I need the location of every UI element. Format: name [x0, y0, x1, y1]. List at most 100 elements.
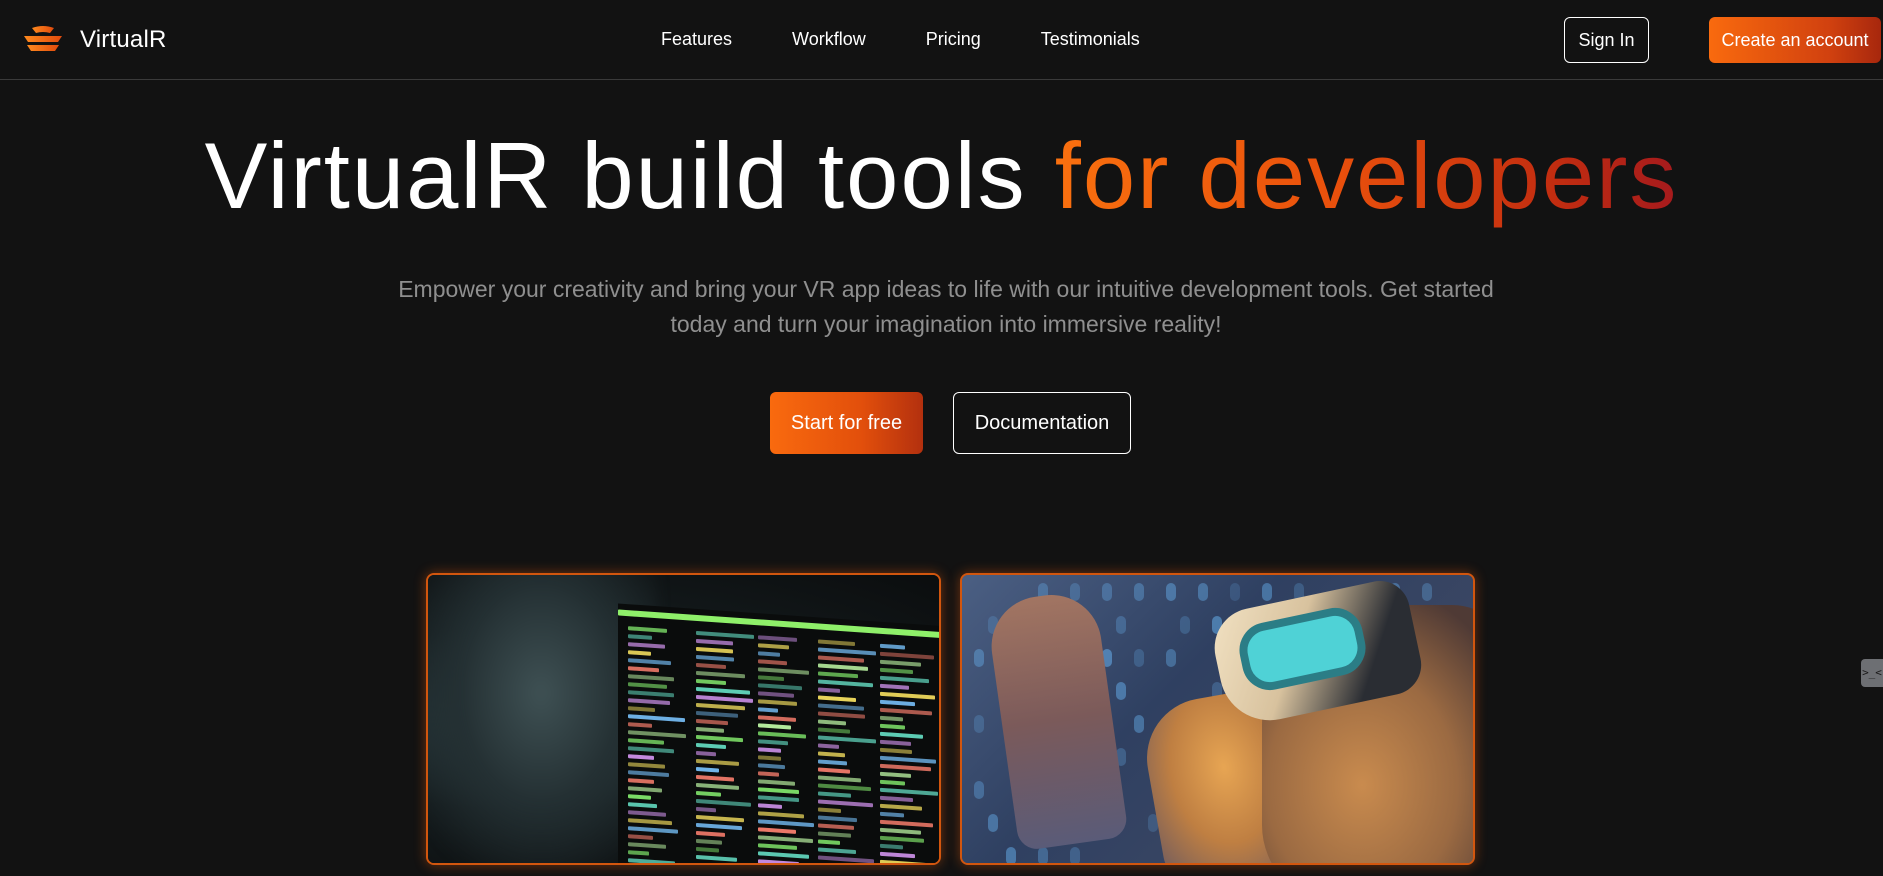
terminal-text-line	[628, 834, 653, 840]
terminal-text-line	[628, 826, 678, 834]
hero-title-accent: for developers	[1054, 123, 1679, 228]
terminal-text-line	[880, 707, 932, 716]
terminal-text-line	[696, 742, 726, 750]
terminal-text-line	[818, 647, 876, 656]
terminal-text-line	[880, 723, 905, 730]
terminal-text-line	[628, 818, 672, 826]
terminal-text-line	[818, 639, 855, 647]
vr-background-dot	[1134, 583, 1144, 601]
terminal-text-line	[880, 747, 912, 755]
terminal-text-line	[696, 654, 734, 662]
vr-background-dot	[1070, 847, 1080, 863]
terminal-text-line	[628, 762, 665, 769]
terminal-text-line	[696, 726, 724, 733]
top-navbar: VirtualR Features Workflow Pricing Testi…	[0, 0, 1883, 80]
terminal-text-line	[758, 843, 797, 850]
terminal-text-line	[880, 827, 921, 835]
terminal-text-line	[758, 851, 809, 859]
terminal-text-line	[880, 715, 903, 722]
vr-background-dot	[1422, 583, 1432, 601]
nav-link-features[interactable]: Features	[661, 26, 732, 52]
terminal-text-line	[628, 714, 685, 723]
hero-title-plain: VirtualR build tools	[204, 123, 1055, 228]
terminal-text-line	[818, 839, 840, 845]
create-account-button[interactable]: Create an account	[1709, 17, 1881, 63]
terminal-text-line	[880, 779, 905, 786]
terminal-screen-art	[618, 603, 939, 865]
terminal-text-line	[696, 854, 737, 862]
terminal-text-line	[696, 830, 725, 837]
vr-background-dot	[1102, 583, 1112, 601]
vr-background-dot	[974, 649, 984, 667]
terminal-text-line	[696, 862, 749, 863]
main-nav: Features Workflow Pricing Testimonials	[661, 26, 1140, 52]
terminal-text-line	[628, 794, 651, 800]
terminal-text-line	[880, 771, 911, 778]
terminal-text-line	[758, 755, 781, 761]
terminal-text-line	[758, 667, 809, 675]
terminal-text-line	[696, 702, 745, 711]
nav-link-pricing[interactable]: Pricing	[926, 26, 981, 52]
terminal-text-line	[818, 703, 864, 711]
terminal-text-line	[758, 763, 785, 770]
terminal-text-line	[758, 691, 794, 698]
terminal-text-line	[758, 803, 782, 809]
landing-page: VirtualR Features Workflow Pricing Testi…	[0, 0, 1883, 876]
terminal-text-line	[880, 803, 922, 811]
terminal-text-line	[758, 731, 806, 739]
terminal-text-line	[696, 782, 739, 790]
terminal-text-line	[758, 739, 788, 746]
terminal-text-line	[758, 819, 814, 828]
brand-link[interactable]: VirtualR	[22, 22, 167, 58]
terminal-text-line	[628, 698, 670, 706]
terminal-text-line	[628, 802, 657, 809]
vr-background-dot	[1230, 583, 1240, 601]
nav-link-testimonials[interactable]: Testimonials	[1041, 26, 1140, 52]
terminal-text-line	[628, 690, 674, 698]
terminal-text-line	[818, 783, 871, 792]
terminal-text-line	[880, 755, 936, 764]
terminal-text-line	[818, 847, 856, 855]
terminal-text-line	[628, 770, 669, 778]
start-for-free-button[interactable]: Start for free	[770, 392, 923, 454]
terminal-text-line	[628, 674, 674, 682]
terminal-text-line	[818, 719, 846, 726]
terminal-text-line	[880, 795, 913, 803]
console-toggle-icon[interactable]: >_<	[1861, 659, 1883, 687]
hero-title: VirtualR build tools for developers	[0, 120, 1883, 232]
terminal-text-line	[758, 859, 799, 863]
terminal-text-line	[628, 786, 662, 793]
vr-background-dot	[1116, 616, 1126, 634]
terminal-text-line	[758, 675, 784, 682]
terminal-text-line	[818, 727, 850, 734]
terminal-text-line	[628, 738, 664, 745]
terminal-text-line	[818, 807, 841, 814]
terminal-text-line	[880, 659, 921, 667]
sign-in-button[interactable]: Sign In	[1564, 17, 1649, 63]
terminal-text-line	[628, 626, 667, 633]
terminal-text-line	[696, 678, 726, 686]
terminal-text-line	[818, 671, 858, 679]
nav-link-workflow[interactable]: Workflow	[792, 26, 866, 52]
terminal-text-line	[880, 811, 904, 818]
vr-background-dot	[1166, 649, 1176, 667]
terminal-text-line	[880, 843, 903, 850]
terminal-text-line	[696, 814, 744, 823]
terminal-text-line	[880, 739, 911, 746]
layered-stack-logo-icon	[24, 26, 62, 51]
terminal-text-line	[880, 675, 929, 684]
terminal-text-line	[696, 734, 743, 743]
hero-subtitle: Empower your creativity and bring your V…	[398, 276, 1494, 337]
terminal-text-line	[628, 722, 652, 728]
terminal-text-line	[880, 683, 909, 690]
terminal-text-line	[818, 751, 845, 758]
terminal-text-line	[818, 863, 854, 865]
documentation-button[interactable]: Documentation	[953, 392, 1131, 454]
developer-terminal-image	[426, 573, 941, 865]
terminal-text-line	[696, 670, 745, 679]
terminal-text-line	[628, 850, 649, 856]
terminal-text-line	[758, 827, 796, 834]
terminal-text-line	[880, 787, 938, 796]
terminal-text-line	[628, 754, 654, 760]
terminal-text-line	[628, 650, 651, 656]
